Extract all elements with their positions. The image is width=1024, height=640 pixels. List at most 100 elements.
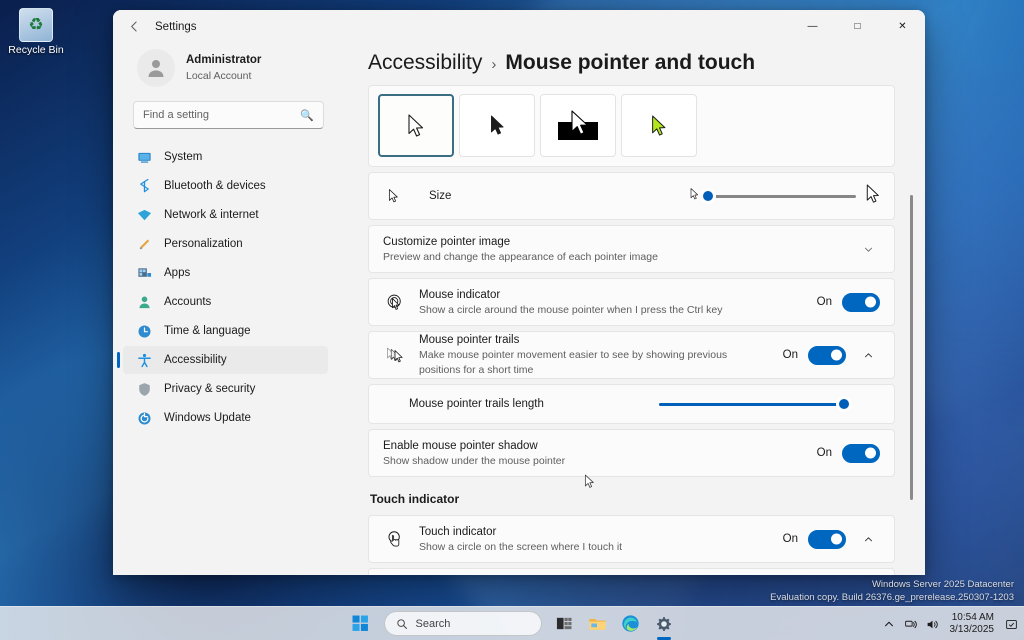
volume-tray-icon[interactable] (926, 618, 939, 631)
back-arrow-icon (130, 21, 137, 32)
search-setting-box[interactable]: 🔍 (133, 101, 324, 129)
pointer-size-label: Size (429, 190, 452, 202)
trails-length-slider[interactable] (659, 396, 852, 412)
search-input[interactable] (143, 109, 301, 121)
touch-indicator-sub-row-partial (368, 568, 895, 575)
page-title: Mouse pointer and touch (505, 51, 756, 74)
pointer-size-slider-thumb[interactable] (700, 188, 716, 204)
account-name: Administrator (186, 54, 262, 67)
mouse-pointer-trails-card: Mouse pointer trails Make mouse pointer … (368, 331, 895, 379)
network-tray-icon[interactable] (904, 618, 917, 631)
breadcrumb-parent[interactable]: Accessibility (368, 51, 482, 75)
setting-title: Touch indicator (419, 525, 497, 538)
touch-indicator-section-heading: Touch indicator (370, 492, 460, 506)
scrollbar-thumb[interactable] (910, 195, 913, 500)
pointer-size-card: Size (368, 172, 895, 220)
sidebar-item-personalization[interactable]: Personalization (123, 230, 328, 258)
touch-indicator-toggle[interactable] (808, 529, 846, 549)
recycle-bin-label: Recycle Bin (8, 44, 64, 56)
accessibility-icon (136, 353, 152, 368)
edge-button[interactable] (617, 610, 645, 638)
minimize-button[interactable]: — (790, 10, 835, 43)
edge-icon (622, 615, 639, 632)
mouse-indicator-toggle[interactable] (842, 292, 880, 312)
account-subtitle: Local Account (186, 69, 252, 82)
settings-button[interactable] (650, 610, 678, 638)
chevron-up-icon[interactable] (856, 343, 880, 367)
sidebar-item-label: Privacy & security (164, 383, 256, 395)
pointer-trails-icon (383, 346, 407, 365)
inverted-cursor-icon (558, 109, 598, 140)
content-scrollbar[interactable] (910, 121, 913, 575)
sidebar-item-label: Accounts (164, 296, 212, 308)
sidebar-item-time-language[interactable]: Time & language (123, 317, 328, 345)
sidebar-item-accessibility[interactable]: Accessibility (117, 346, 328, 374)
customize-pointer-title: Customize pointer image (383, 235, 511, 248)
pointer-shadow-row: Enable mouse pointer shadow Show shadow … (369, 430, 894, 476)
setting-title: Mouse pointer trails (419, 334, 520, 347)
customize-pointer-image-card[interactable]: Customize pointer image Preview and chan… (368, 225, 895, 273)
sidebar-item-system[interactable]: System (123, 143, 328, 171)
maximize-button[interactable]: □ (835, 10, 880, 43)
sidebar-item-network-internet[interactable]: Network & internet (123, 201, 328, 229)
breadcrumb: Accessibility › Mouse pointer and touch (338, 43, 925, 85)
chevron-down-icon[interactable] (856, 237, 880, 261)
sidebar-item-privacy-security[interactable]: Privacy & security (123, 375, 328, 403)
touch-indicator-row: Touch indicator Show a circle on the scr… (369, 516, 894, 562)
window-controls: — □ ✕ (790, 10, 925, 43)
setting-subtitle: Make mouse pointer movement easier to se… (419, 349, 728, 377)
mouse-pointer-trails-row: Mouse pointer trails Make mouse pointer … (369, 332, 894, 378)
pointer-size-slider[interactable] (700, 188, 856, 204)
recycle-bin-desktop-icon[interactable]: ♻ Recycle Bin (4, 6, 68, 56)
touch-indicator-icon (383, 530, 407, 549)
taskbar-search-box[interactable]: Search (383, 611, 542, 636)
sidebar-item-label: Apps (164, 267, 191, 279)
user-avatar-icon (148, 60, 164, 77)
sidebar-item-windows-update[interactable]: Windows Update (123, 404, 328, 432)
account-section[interactable]: Administrator Local Account (123, 43, 328, 97)
file-explorer-icon (589, 618, 606, 630)
clock-date: 3/13/2025 (949, 624, 995, 635)
chevron-up-icon[interactable] (856, 527, 880, 551)
setting-title: Mouse indicator (419, 288, 501, 301)
pointer-shadow-toggle[interactable] (842, 443, 880, 463)
white-pointer-style[interactable] (378, 94, 454, 157)
partial-row (369, 569, 894, 575)
customize-pointer-subtitle: Preview and change the appearance of eac… (383, 250, 658, 263)
window-title: Settings (155, 20, 197, 33)
sidebar-item-bluetooth-devices[interactable]: Bluetooth & devices (123, 172, 328, 200)
inverted-pointer-style[interactable] (540, 94, 616, 157)
file-explorer-button[interactable] (584, 610, 612, 638)
sidebar-item-apps[interactable]: Apps (123, 259, 328, 287)
sidebar-item-label: Windows Update (164, 412, 251, 424)
task-view-button[interactable] (551, 610, 579, 638)
sidebar-item-label: Personalization (164, 238, 243, 250)
slider-max-cursor-icon (864, 183, 882, 210)
black-pointer-style[interactable] (459, 94, 535, 157)
pointer-shadow-card: Enable mouse pointer shadow Show shadow … (368, 429, 895, 477)
notification-icon[interactable] (1005, 618, 1018, 631)
close-button[interactable]: ✕ (880, 10, 925, 43)
sidebar-item-accounts[interactable]: Accounts (123, 288, 328, 316)
toggle-state-label: On (816, 447, 832, 459)
touch-indicator-card: Touch indicator Show a circle on the scr… (368, 515, 895, 563)
search-icon: 🔍 (300, 109, 314, 122)
time-language-icon (136, 324, 152, 339)
custom-pointer-style[interactable] (621, 94, 697, 157)
back-button[interactable] (119, 12, 149, 42)
mouse-pointer-trails-toggle[interactable] (808, 345, 846, 365)
trails-length-slider-thumb[interactable] (836, 396, 852, 412)
trails-length-row: Mouse pointer trails length (369, 385, 894, 423)
windows-evaluation-watermark: Windows Server 2025 Datacenter Evaluatio… (770, 579, 1014, 605)
watermark-line-2: Evaluation copy. Build 26376.ge_prerelea… (770, 592, 1014, 604)
customize-pointer-image-row[interactable]: Customize pointer image Preview and chan… (369, 226, 894, 272)
recycle-bin-icon: ♻ (19, 8, 53, 42)
show-hidden-icons-icon[interactable] (883, 618, 895, 630)
settings-scroll-area: Size Customize pointer image Preview and… (338, 85, 925, 575)
main-content: Accessibility › Mouse pointer and touch (338, 43, 925, 575)
sidebar-item-label: System (164, 151, 203, 163)
taskbar-clock[interactable]: 10:54 AM 3/13/2025 (950, 612, 995, 637)
privacy-icon (136, 382, 152, 397)
start-button[interactable] (347, 610, 375, 638)
personalization-icon (136, 237, 152, 252)
